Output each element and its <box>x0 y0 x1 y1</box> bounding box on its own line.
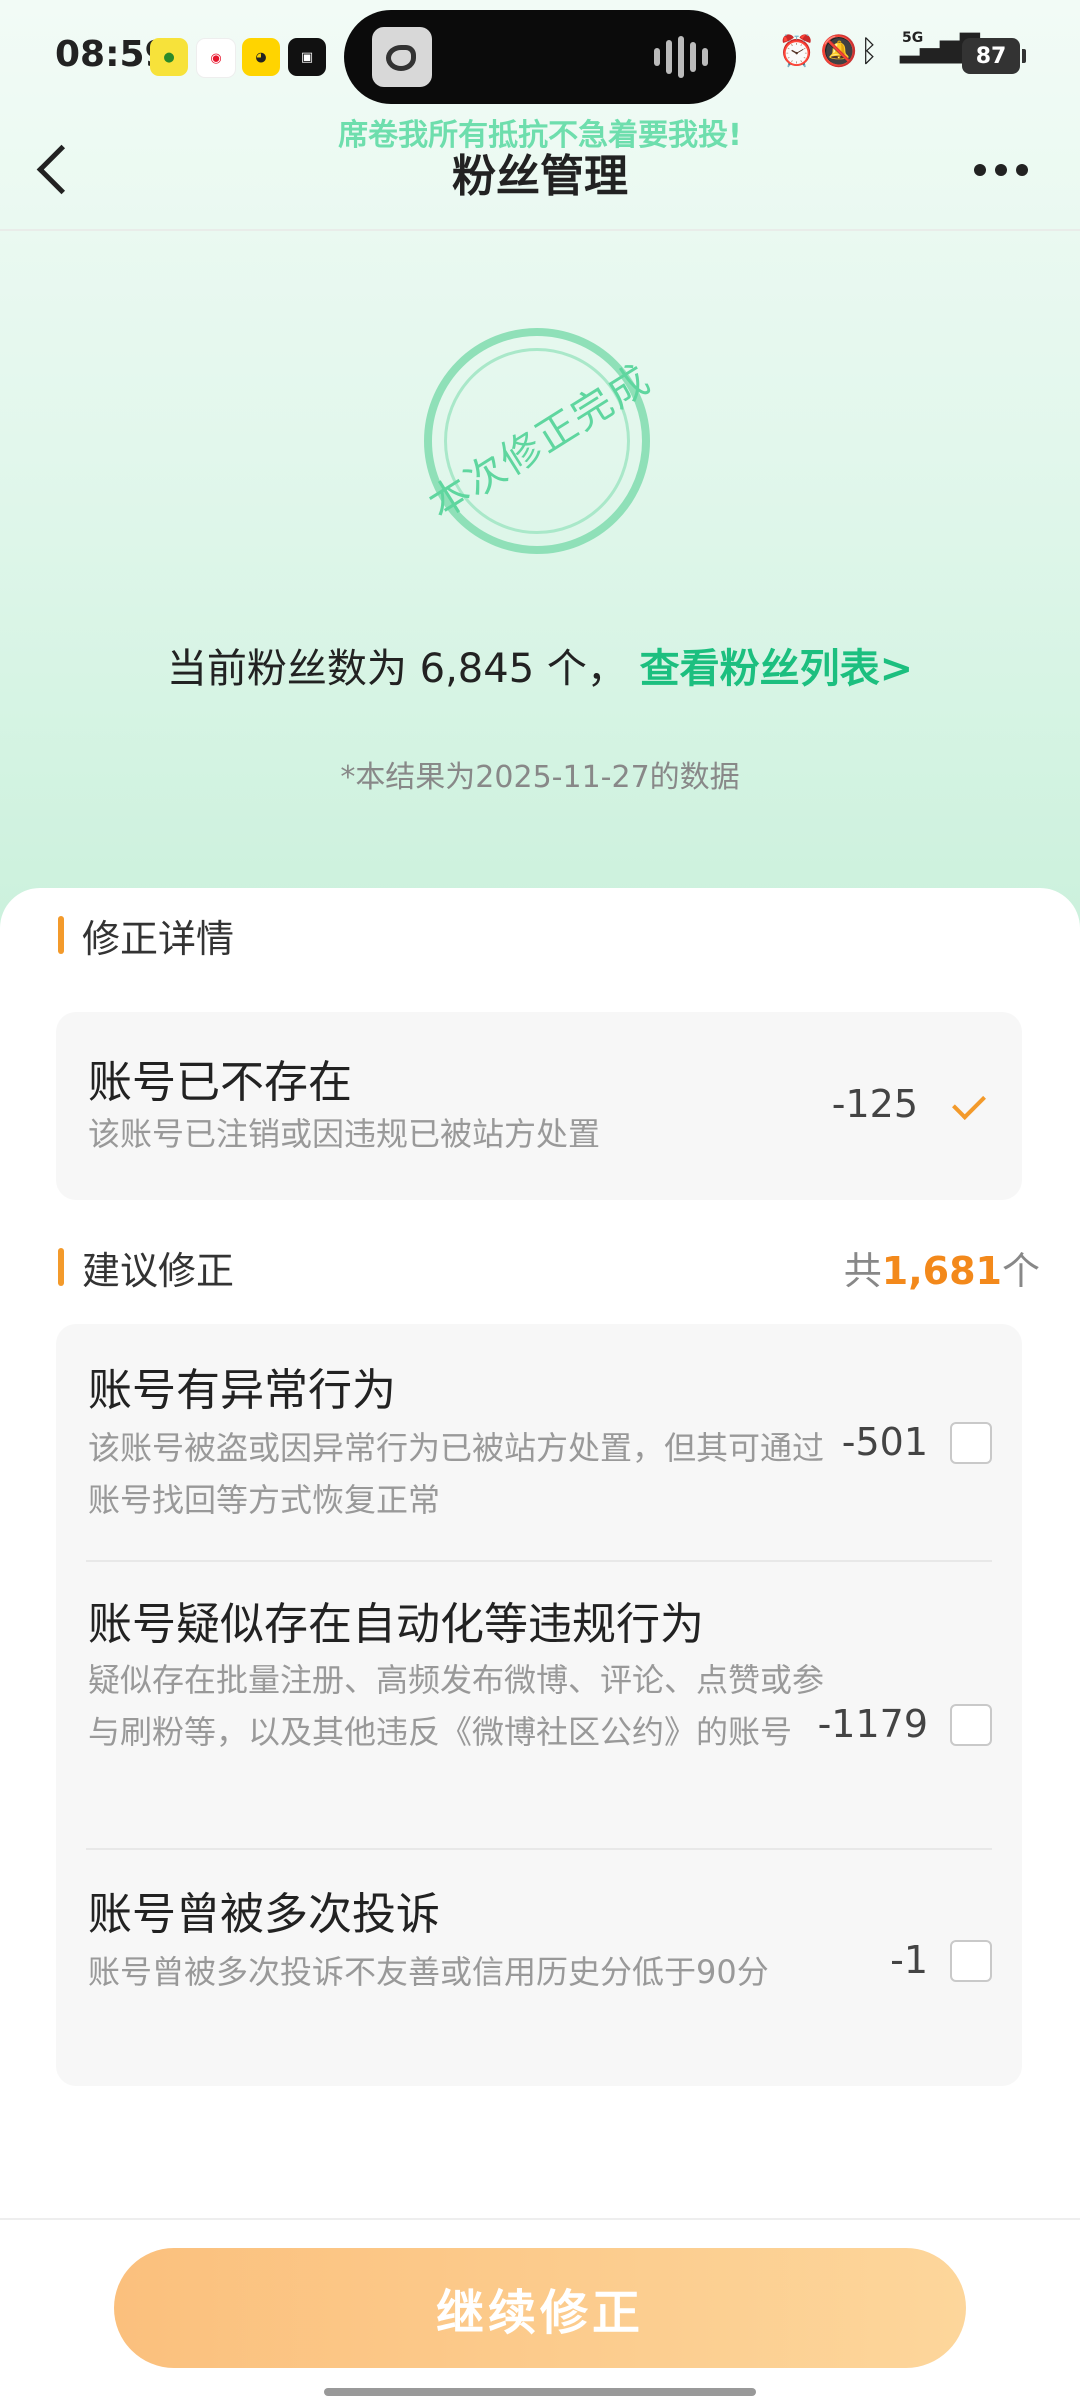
total-prefix: 共 <box>843 1249 882 1293</box>
total-unit: 个 <box>1001 1249 1040 1293</box>
suggested-card: 账号有异常行为 该账号被盗或因异常行为已被站方处置，但其可通过账号找回等方式恢复… <box>56 1324 1022 2086</box>
nav-divider <box>0 229 1080 231</box>
data-date-note: *本结果为2025-11-27的数据 <box>340 760 740 795</box>
item-title: 账号有异常行为 <box>88 1365 396 1416</box>
dynamic-island <box>344 10 736 104</box>
check-icon <box>954 1086 994 1126</box>
corrected-card: 账号已不存在 该账号已注销或因违规已被站方处置 -125 <box>56 1012 1022 1200</box>
item-value: -1 <box>890 1938 928 1982</box>
item-title: 账号已不存在 <box>88 1057 352 1108</box>
item-value: -125 <box>831 1082 918 1126</box>
mute-icon: 🔕 <box>820 34 858 69</box>
fans-prefix: 当前粉丝数为 <box>166 646 407 692</box>
app-notification-icon: ▣ <box>288 38 326 76</box>
more-options-icon[interactable] <box>966 154 1036 184</box>
fans-unit: 个， <box>546 646 627 692</box>
suggested-total: 共1,681个 <box>844 1240 1040 1295</box>
continue-correction-button[interactable]: 继续修正 <box>114 2248 966 2368</box>
fans-count: 6,845 <box>419 646 535 692</box>
item-title: 账号疑似存在自动化等违规行为 <box>88 1599 704 1650</box>
weibo-notification-icon: ◉ <box>196 38 236 78</box>
fans-count-line: 当前粉丝数为 6,845 个， 查看粉丝列表> <box>0 636 1080 694</box>
network-type-label: 5G <box>902 30 924 46</box>
sound-wave-icon <box>690 42 696 72</box>
item-checkbox[interactable] <box>950 1422 992 1464</box>
item-divider <box>86 1560 992 1562</box>
sound-wave-icon <box>666 40 672 74</box>
item-checkbox[interactable] <box>950 1704 992 1746</box>
bluetooth-icon: ᛒ <box>860 34 878 69</box>
item-title: 账号曾被多次投诉 <box>88 1889 440 1940</box>
sound-wave-icon <box>702 48 708 66</box>
status-bar: 08:59 ● ◉ ◕ ▣ ⏰ 🔕 ᛒ 5G ▂▄▆█ 87 <box>0 0 1080 110</box>
item-description: 该账号被盗或因异常行为已被站方处置，但其可通过账号找回等方式恢复正常 <box>88 1429 825 1519</box>
app-notification-icon: ● <box>150 38 188 76</box>
item-divider <box>86 1848 992 1850</box>
sound-wave-icon <box>678 36 684 78</box>
item-description: 疑似存在批量注册、高频发布微博、评论、点赞或参与刷粉等，以及其他违反《微博社区公… <box>88 1661 825 1751</box>
home-indicator[interactable] <box>324 2388 756 2396</box>
app-notification-icon: ◕ <box>242 38 280 76</box>
view-fans-list-link[interactable]: 查看粉丝列表> <box>640 646 914 692</box>
item-description: 该账号已注销或因违规已被站方处置 <box>88 1115 601 1153</box>
music-thumbnail <box>372 27 432 87</box>
navigation-bar: 席卷我所有抵抗不急着要我投! 粉丝管理 <box>0 110 1080 230</box>
total-count: 1,681 <box>881 1249 1002 1293</box>
item-value: -1179 <box>817 1702 928 1746</box>
section-title-suggested: 建议修正 <box>58 1240 234 1295</box>
item-checkbox[interactable] <box>950 1940 992 1982</box>
item-value: -501 <box>841 1420 928 1464</box>
page-title: 粉丝管理 <box>452 151 628 202</box>
footer-divider <box>0 2218 1080 2220</box>
alarm-icon: ⏰ <box>778 34 816 69</box>
sound-wave-icon <box>654 48 660 66</box>
battery-indicator: 87 <box>962 38 1026 74</box>
section-title-corrected: 修正详情 <box>58 908 234 963</box>
item-description: 账号曾被多次投诉不友善或信用历史分低于90分 <box>88 1953 769 1991</box>
